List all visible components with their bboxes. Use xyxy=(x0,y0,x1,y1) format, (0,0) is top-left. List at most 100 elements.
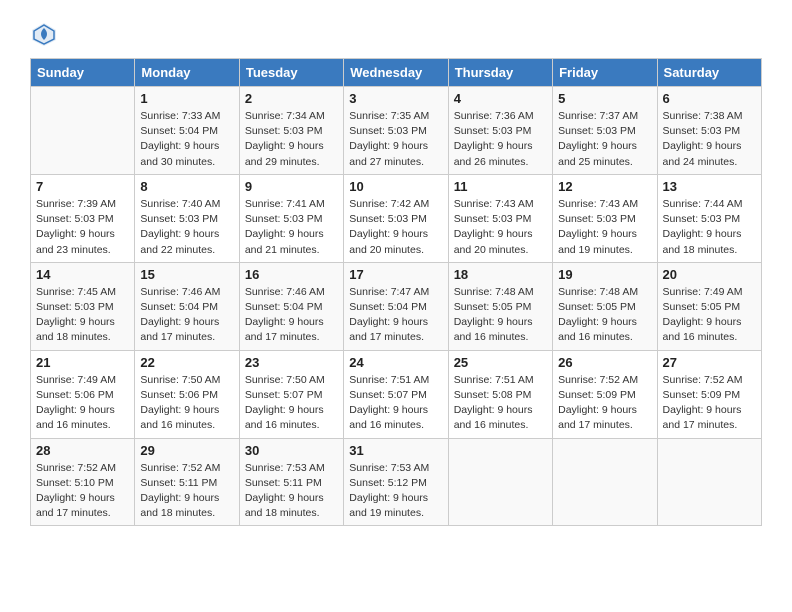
day-number: 8 xyxy=(140,179,233,194)
day-info: Sunrise: 7:52 AMSunset: 5:09 PMDaylight:… xyxy=(663,373,756,434)
day-number: 13 xyxy=(663,179,756,194)
day-number: 22 xyxy=(140,355,233,370)
day-info: Sunrise: 7:36 AMSunset: 5:03 PMDaylight:… xyxy=(454,109,547,170)
calendar-cell: 3Sunrise: 7:35 AMSunset: 5:03 PMDaylight… xyxy=(344,87,448,175)
calendar-week-1: 1Sunrise: 7:33 AMSunset: 5:04 PMDaylight… xyxy=(31,87,762,175)
calendar-cell: 30Sunrise: 7:53 AMSunset: 5:11 PMDayligh… xyxy=(239,438,343,526)
page-header xyxy=(30,20,762,48)
day-info: Sunrise: 7:38 AMSunset: 5:03 PMDaylight:… xyxy=(663,109,756,170)
day-info: Sunrise: 7:42 AMSunset: 5:03 PMDaylight:… xyxy=(349,197,442,258)
day-number: 17 xyxy=(349,267,442,282)
day-info: Sunrise: 7:50 AMSunset: 5:06 PMDaylight:… xyxy=(140,373,233,434)
day-number: 15 xyxy=(140,267,233,282)
calendar-cell: 6 Sunrise: 7:38 AMSunset: 5:03 PMDaylight… xyxy=(657,87,761,175)
calendar-header: SundayMondayTuesdayWednesdayThursdayFrid… xyxy=(31,59,762,87)
day-info: Sunrise: 7:34 AMSunset: 5:03 PMDaylight:… xyxy=(245,109,338,170)
day-info: Sunrise: 7:37 AMSunset: 5:03 PMDaylight:… xyxy=(558,109,651,170)
day-number: 23 xyxy=(245,355,338,370)
day-number: 24 xyxy=(349,355,442,370)
calendar-cell: 7 Sunrise: 7:39 AMSunset: 5:03 PMDaylight… xyxy=(31,174,135,262)
calendar-cell: 20 Sunrise: 7:49 AMSunset: 5:05 PMDayligh… xyxy=(657,262,761,350)
calendar-cell: 27 Sunrise: 7:52 AMSunset: 5:09 PMDayligh… xyxy=(657,350,761,438)
day-info: Sunrise: 7:46 AMSunset: 5:04 PMDaylight:… xyxy=(140,285,233,346)
calendar-cell: 23 Sunrise: 7:50 AMSunset: 5:07 PMDayligh… xyxy=(239,350,343,438)
weekday-header-saturday: Saturday xyxy=(657,59,761,87)
calendar-cell: 5 Sunrise: 7:37 AMSunset: 5:03 PMDaylight… xyxy=(553,87,657,175)
day-number: 25 xyxy=(454,355,547,370)
calendar-cell: 9Sunrise: 7:41 AMSunset: 5:03 PMDaylight… xyxy=(239,174,343,262)
day-info: Sunrise: 7:50 AMSunset: 5:07 PMDaylight:… xyxy=(245,373,338,434)
day-info: Sunrise: 7:52 AMSunset: 5:09 PMDaylight:… xyxy=(558,373,651,434)
day-info: Sunrise: 7:44 AMSunset: 5:03 PMDaylight:… xyxy=(663,197,756,258)
day-number: 28 xyxy=(36,443,129,458)
weekday-header-monday: Monday xyxy=(135,59,239,87)
day-number: 7 xyxy=(36,179,129,194)
weekday-header-thursday: Thursday xyxy=(448,59,552,87)
day-number: 30 xyxy=(245,443,338,458)
day-info: Sunrise: 7:52 AMSunset: 5:11 PMDaylight:… xyxy=(140,461,233,522)
calendar-cell: 31 Sunrise: 7:53 AMSunset: 5:12 PMDayligh… xyxy=(344,438,448,526)
calendar-week-4: 21 Sunrise: 7:49 AMSunset: 5:06 PMDayligh… xyxy=(31,350,762,438)
day-number: 11 xyxy=(454,179,547,194)
day-number: 29 xyxy=(140,443,233,458)
calendar-cell: 25 Sunrise: 7:51 AMSunset: 5:08 PMDayligh… xyxy=(448,350,552,438)
calendar-week-2: 7 Sunrise: 7:39 AMSunset: 5:03 PMDaylight… xyxy=(31,174,762,262)
day-info: Sunrise: 7:51 AMSunset: 5:07 PMDaylight:… xyxy=(349,373,442,434)
calendar-cell: 22 Sunrise: 7:50 AMSunset: 5:06 PMDayligh… xyxy=(135,350,239,438)
calendar-cell: 12 Sunrise: 7:43 AMSunset: 5:03 PMDayligh… xyxy=(553,174,657,262)
day-number: 3 xyxy=(349,91,442,106)
day-number: 26 xyxy=(558,355,651,370)
logo xyxy=(30,20,62,48)
day-info: Sunrise: 7:43 AMSunset: 5:03 PMDaylight:… xyxy=(558,197,651,258)
calendar-cell: 24 Sunrise: 7:51 AMSunset: 5:07 PMDayligh… xyxy=(344,350,448,438)
day-info: Sunrise: 7:47 AMSunset: 5:04 PMDaylight:… xyxy=(349,285,442,346)
day-info: Sunrise: 7:48 AMSunset: 5:05 PMDaylight:… xyxy=(454,285,547,346)
calendar-week-5: 28 Sunrise: 7:52 AMSunset: 5:10 PMDayligh… xyxy=(31,438,762,526)
weekday-header-tuesday: Tuesday xyxy=(239,59,343,87)
calendar-cell: 2 Sunrise: 7:34 AMSunset: 5:03 PMDaylight… xyxy=(239,87,343,175)
calendar-cell: 8Sunrise: 7:40 AMSunset: 5:03 PMDaylight… xyxy=(135,174,239,262)
calendar-cell: 13 Sunrise: 7:44 AMSunset: 5:03 PMDayligh… xyxy=(657,174,761,262)
day-number: 20 xyxy=(663,267,756,282)
calendar-cell: 21 Sunrise: 7:49 AMSunset: 5:06 PMDayligh… xyxy=(31,350,135,438)
day-number: 21 xyxy=(36,355,129,370)
calendar-cell: 16 Sunrise: 7:46 AMSunset: 5:04 PMDayligh… xyxy=(239,262,343,350)
day-info: Sunrise: 7:39 AMSunset: 5:03 PMDaylight:… xyxy=(36,197,129,258)
day-number: 6 xyxy=(663,91,756,106)
day-number: 4 xyxy=(454,91,547,106)
day-number: 14 xyxy=(36,267,129,282)
calendar-cell xyxy=(657,438,761,526)
calendar-cell: 1Sunrise: 7:33 AMSunset: 5:04 PMDaylight… xyxy=(135,87,239,175)
calendar-cell: 17 Sunrise: 7:47 AMSunset: 5:04 PMDayligh… xyxy=(344,262,448,350)
day-info: Sunrise: 7:53 AMSunset: 5:12 PMDaylight:… xyxy=(349,461,442,522)
calendar-cell: 19Sunrise: 7:48 AMSunset: 5:05 PMDayligh… xyxy=(553,262,657,350)
calendar-week-3: 14 Sunrise: 7:45 AMSunset: 5:03 PMDayligh… xyxy=(31,262,762,350)
calendar-cell: 14 Sunrise: 7:45 AMSunset: 5:03 PMDayligh… xyxy=(31,262,135,350)
day-info: Sunrise: 7:49 AMSunset: 5:05 PMDaylight:… xyxy=(663,285,756,346)
day-info: Sunrise: 7:46 AMSunset: 5:04 PMDaylight:… xyxy=(245,285,338,346)
weekday-header-wednesday: Wednesday xyxy=(344,59,448,87)
day-number: 5 xyxy=(558,91,651,106)
calendar-cell xyxy=(31,87,135,175)
weekday-header-friday: Friday xyxy=(553,59,657,87)
weekday-header-sunday: Sunday xyxy=(31,59,135,87)
calendar-cell: 28 Sunrise: 7:52 AMSunset: 5:10 PMDayligh… xyxy=(31,438,135,526)
day-number: 18 xyxy=(454,267,547,282)
day-info: Sunrise: 7:52 AMSunset: 5:10 PMDaylight:… xyxy=(36,461,129,522)
calendar-cell xyxy=(553,438,657,526)
day-info: Sunrise: 7:43 AMSunset: 5:03 PMDaylight:… xyxy=(454,197,547,258)
day-number: 16 xyxy=(245,267,338,282)
day-number: 27 xyxy=(663,355,756,370)
logo-icon xyxy=(30,20,58,48)
day-number: 12 xyxy=(558,179,651,194)
day-number: 19 xyxy=(558,267,651,282)
day-info: Sunrise: 7:41 AMSunset: 5:03 PMDaylight:… xyxy=(245,197,338,258)
day-number: 10 xyxy=(349,179,442,194)
day-number: 31 xyxy=(349,443,442,458)
day-info: Sunrise: 7:45 AMSunset: 5:03 PMDaylight:… xyxy=(36,285,129,346)
calendar-cell: 26 Sunrise: 7:52 AMSunset: 5:09 PMDayligh… xyxy=(553,350,657,438)
day-info: Sunrise: 7:49 AMSunset: 5:06 PMDaylight:… xyxy=(36,373,129,434)
day-number: 2 xyxy=(245,91,338,106)
day-info: Sunrise: 7:51 AMSunset: 5:08 PMDaylight:… xyxy=(454,373,547,434)
weekday-header-row: SundayMondayTuesdayWednesdayThursdayFrid… xyxy=(31,59,762,87)
